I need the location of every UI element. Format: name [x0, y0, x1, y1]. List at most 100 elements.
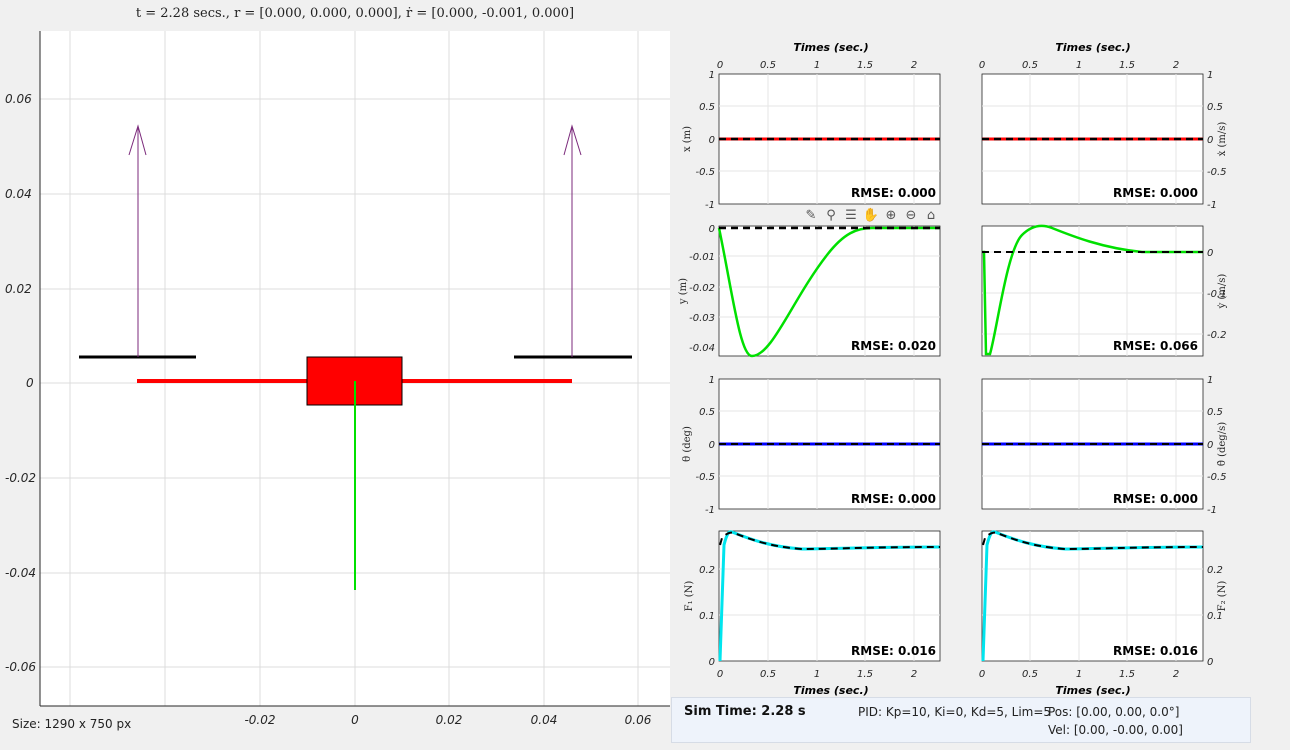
main-x-tick: 0.02 — [436, 713, 463, 727]
svg-text:0.5: 0.5 — [760, 60, 776, 71]
main-y-tick: -0.06 — [5, 660, 36, 674]
svg-text:1: 1 — [1207, 375, 1213, 386]
svg-text:0: 0 — [717, 669, 723, 680]
pid-params: PID: Kp=10, Ki=0, Kd=5, Lim=5 — [858, 705, 1052, 719]
legend-icon[interactable]: ☰ — [842, 206, 860, 224]
subplots[interactable]: Times (sec.) Times (sec.) 0 0.5 1 1.5 2 … — [672, 0, 1232, 698]
pan-icon[interactable]: ✋ — [862, 206, 880, 224]
svg-text:1.5: 1.5 — [857, 60, 873, 71]
axes-toolbar[interactable]: ✎ ⚲ ☰ ✋ ⊕ ⊖ ⌂ — [802, 206, 940, 224]
svg-text:-0.2: -0.2 — [1207, 330, 1227, 341]
ydot-ylabel: ẏ (m/s) — [1217, 274, 1228, 310]
theta-rmse: RMSE: 0.000 — [851, 492, 936, 506]
panel-ydot[interactable]: 0 -0.1 -0.2 ẏ (m/s) RMSE: 0.066 — [981, 224, 1228, 357]
velocity-readout: Vel: [0.00, -0.00, 0.00] — [1048, 723, 1183, 737]
position-readout: Pos: [0.00, 0.00, 0.0°] — [1048, 705, 1180, 719]
svg-text:-1: -1 — [1207, 200, 1217, 211]
svg-text:0.5: 0.5 — [1022, 60, 1038, 71]
svg-text:-1: -1 — [705, 505, 715, 516]
x-ylabel: x (m) — [682, 126, 693, 152]
xdot-ylabel: ẋ (m/s) — [1217, 122, 1228, 157]
svg-text:0.5: 0.5 — [1207, 102, 1223, 113]
svg-text:0: 0 — [709, 440, 715, 451]
bottom-left-time-ticks: 0 0.5 1 1.5 2 — [717, 669, 917, 680]
f2-rmse: RMSE: 0.016 — [1113, 644, 1198, 658]
top-right-xlabel: Times (sec.) — [1055, 41, 1130, 54]
xdot-rmse: RMSE: 0.000 — [1113, 186, 1198, 200]
svg-text:0: 0 — [717, 60, 723, 71]
svg-text:2: 2 — [1173, 60, 1179, 71]
sim-time: Sim Time: 2.28 s — [684, 704, 806, 719]
brush-icon[interactable]: ✎ — [802, 206, 820, 224]
main-x-tick: 0.04 — [531, 713, 558, 727]
svg-text:-0.5: -0.5 — [695, 472, 715, 483]
panel-thetadot[interactable]: 1 0.5 0 -0.5 -1 θ̇ (deg/s) RMSE: 0.000 — [981, 375, 1228, 516]
svg-text:1: 1 — [709, 375, 715, 386]
svg-text:0.5: 0.5 — [699, 407, 715, 418]
svg-text:0.1: 0.1 — [699, 611, 715, 622]
size-label: Size: 1290 x 750 px — [12, 717, 132, 731]
svg-text:0: 0 — [1207, 657, 1213, 668]
main-y-tick: 0 — [26, 376, 34, 390]
bottom-right-xlabel: Times (sec.) — [1055, 684, 1130, 697]
main-x-tick: -0.02 — [244, 713, 275, 727]
svg-text:0: 0 — [1207, 248, 1213, 259]
svg-text:-0.5: -0.5 — [695, 167, 715, 178]
panel-theta[interactable]: 1 0.5 0 -0.5 -1 θ (deg) RMSE: 0.000 — [682, 375, 941, 516]
thetadot-rmse: RMSE: 0.000 — [1113, 492, 1198, 506]
svg-text:-1: -1 — [705, 200, 715, 211]
zoom-out-icon[interactable]: ⊖ — [902, 206, 920, 224]
f1-ylabel: F₁ (N) — [684, 581, 695, 612]
home-icon[interactable]: ⌂ — [922, 206, 940, 224]
svg-text:0: 0 — [1207, 440, 1213, 451]
svg-text:1: 1 — [1076, 60, 1082, 71]
top-right-time-ticks: 0 0.5 1 1.5 2 — [979, 60, 1179, 71]
svg-text:-0.04: -0.04 — [689, 343, 715, 354]
top-left-time-ticks: 0 0.5 1 1.5 2 — [717, 60, 917, 71]
f2-ylabel: F₂ (N) — [1217, 581, 1228, 612]
panel-y[interactable]: 0 -0.01 -0.02 -0.03 -0.04 y (m) RMSE: 0.… — [678, 224, 941, 358]
svg-text:2: 2 — [911, 60, 917, 71]
panel-f2[interactable]: 0.2 0.1 0 F₂ (N) RMSE: 0.016 — [981, 530, 1228, 668]
main-axes[interactable]: 0.06 0.04 0.02 0 -0.02 -0.04 -0.06 -0.02… — [0, 0, 675, 745]
svg-text:-0.5: -0.5 — [1207, 472, 1227, 483]
bottom-left-xlabel: Times (sec.) — [793, 684, 868, 697]
x-rmse: RMSE: 0.000 — [851, 186, 936, 200]
top-left-xlabel: Times (sec.) — [793, 41, 868, 54]
svg-text:-0.01: -0.01 — [689, 252, 715, 263]
bottom-right-time-ticks: 0 0.5 1 1.5 2 — [979, 669, 1179, 680]
svg-text:-1: -1 — [1207, 505, 1217, 516]
f1-rmse: RMSE: 0.016 — [851, 644, 936, 658]
svg-text:1: 1 — [1076, 669, 1082, 680]
svg-text:-0.03: -0.03 — [689, 313, 715, 324]
panel-f1[interactable]: 0.2 0.1 0 F₁ (N) RMSE: 0.016 — [684, 530, 941, 668]
zoom-in-icon[interactable]: ⊕ — [882, 206, 900, 224]
data-tips-icon[interactable]: ⚲ — [822, 206, 840, 224]
panel-x[interactable]: 1 0.5 0 -0.5 -1 x (m) RMSE: 0.000 — [682, 70, 941, 211]
theta-ylabel: θ (deg) — [682, 426, 693, 462]
svg-text:0.5: 0.5 — [1022, 669, 1038, 680]
svg-text:1: 1 — [1207, 70, 1213, 81]
thetadot-ylabel: θ̇ (deg/s) — [1217, 422, 1228, 466]
svg-text:-0.02: -0.02 — [689, 283, 715, 294]
svg-text:-0.5: -0.5 — [1207, 167, 1227, 178]
main-x-tick: 0.06 — [625, 713, 652, 727]
svg-text:1.5: 1.5 — [1119, 60, 1135, 71]
svg-text:0: 0 — [1207, 135, 1213, 146]
main-y-tick: 0.06 — [5, 92, 32, 106]
svg-text:0.2: 0.2 — [1207, 565, 1223, 576]
y-rmse: RMSE: 0.020 — [851, 339, 936, 353]
svg-text:0: 0 — [709, 224, 715, 235]
main-y-tick: -0.04 — [5, 566, 36, 580]
svg-text:0: 0 — [709, 135, 715, 146]
svg-text:0.5: 0.5 — [1207, 407, 1223, 418]
svg-text:1.5: 1.5 — [1119, 669, 1135, 680]
status-panel: Sim Time: 2.28 s PID: Kp=10, Ki=0, Kd=5,… — [671, 697, 1251, 743]
panel-xdot[interactable]: 1 0.5 0 -0.5 -1 ẋ (m/s) RMSE: 0.000 — [981, 70, 1228, 211]
svg-text:2: 2 — [1173, 669, 1179, 680]
y-ylabel: y (m) — [678, 278, 689, 305]
svg-text:0: 0 — [709, 657, 715, 668]
main-x-tick: 0 — [351, 713, 359, 727]
main-y-tick: 0.02 — [5, 282, 32, 296]
svg-text:0.5: 0.5 — [760, 669, 776, 680]
